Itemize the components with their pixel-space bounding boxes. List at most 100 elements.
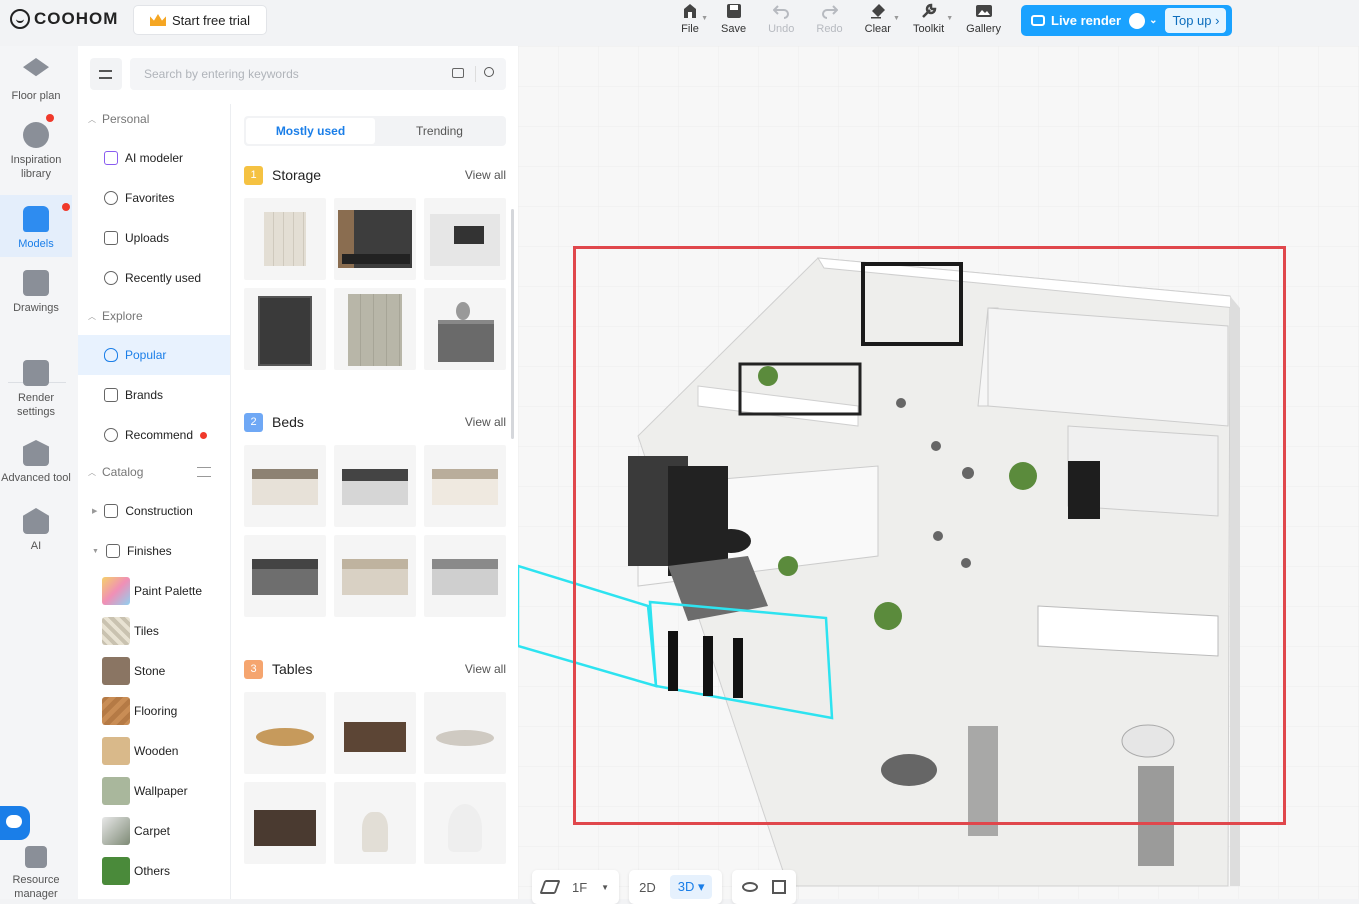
tab-trending[interactable]: Trending: [375, 118, 504, 144]
rail-resource-manager[interactable]: Resource manager: [0, 846, 72, 901]
mode-2d-button[interactable]: 2D: [639, 880, 656, 895]
mode-3d-button[interactable]: 3D ▾: [669, 875, 713, 899]
model-thumbnail[interactable]: [334, 535, 416, 617]
search-icon[interactable]: [484, 67, 494, 77]
view-all-link[interactable]: View all: [465, 662, 506, 676]
view-all-link[interactable]: View all: [465, 168, 506, 182]
undo-icon: [772, 2, 790, 20]
model-thumbnail[interactable]: [244, 535, 326, 617]
material-label: Tiles: [134, 624, 159, 638]
section-explore[interactable]: ︿ Explore: [88, 309, 143, 323]
category-recently-used[interactable]: Recently used: [78, 258, 230, 298]
category-label: AI modeler: [125, 151, 184, 165]
clear-label: Clear: [864, 23, 891, 35]
rail-advanced-tool[interactable]: Advanced tool: [0, 440, 72, 485]
material-tiles[interactable]: Tiles: [78, 611, 230, 651]
scrollbar[interactable]: [511, 209, 514, 439]
category-favorites[interactable]: Favorites: [78, 178, 230, 218]
rail-models[interactable]: Models: [0, 206, 72, 251]
model-thumbnail[interactable]: [334, 782, 416, 864]
filter-icon[interactable]: [197, 467, 211, 477]
view-controls: 1F ▼ 2D 3D ▾: [532, 870, 797, 904]
material-stone[interactable]: Stone: [78, 651, 230, 691]
layers-icon: [539, 880, 561, 894]
material-flooring[interactable]: Flooring: [78, 691, 230, 731]
category-label: Popular: [125, 348, 167, 362]
start-free-trial-button[interactable]: Start free trial: [133, 5, 267, 35]
gallery-button[interactable]: Gallery: [955, 2, 1012, 42]
model-thumbnail[interactable]: [334, 198, 416, 280]
model-thumbnail[interactable]: [244, 445, 326, 527]
category-ai-modeler[interactable]: AI modeler: [78, 138, 230, 178]
category-popular[interactable]: Popular: [78, 335, 230, 375]
material-carpet[interactable]: Carpet: [78, 811, 230, 851]
model-thumbnail[interactable]: [244, 782, 326, 864]
live-render-toggle[interactable]: [1129, 12, 1146, 29]
chevron-down-icon: ▼: [601, 882, 610, 892]
category-finishes[interactable]: ▼ Finishes: [78, 531, 230, 571]
file-button[interactable]: File ▼: [670, 2, 710, 42]
model-thumbnail[interactable]: [424, 535, 506, 617]
material-paint-palette[interactable]: Paint Palette: [78, 571, 230, 611]
material-wallpaper[interactable]: Wallpaper: [78, 771, 230, 811]
model-thumbnail[interactable]: [424, 288, 506, 370]
chevron-right-icon: ▶: [92, 508, 98, 515]
file-label: File: [681, 23, 699, 35]
category-uploads[interactable]: Uploads: [78, 218, 230, 258]
search-input[interactable]: [142, 66, 442, 82]
category-recommend[interactable]: Recommend: [78, 415, 230, 455]
beds-grid: [244, 445, 506, 617]
model-thumbnail[interactable]: [334, 288, 416, 370]
mode-3d-label: 3D: [677, 879, 695, 894]
collapse-menu-button[interactable]: [90, 58, 122, 90]
model-thumbnail[interactable]: [244, 288, 326, 370]
category-brands[interactable]: Brands: [78, 375, 230, 415]
material-others[interactable]: Others: [78, 851, 230, 891]
chat-support-button[interactable]: [0, 806, 30, 840]
section-personal[interactable]: ︿ Personal: [88, 112, 149, 126]
model-thumbnail[interactable]: [424, 692, 506, 774]
model-thumbnail[interactable]: [424, 198, 506, 280]
cube-icon[interactable]: [772, 880, 787, 894]
category-construction[interactable]: ▶ Construction: [78, 491, 230, 531]
rail-drawings[interactable]: Drawings: [0, 270, 72, 315]
section-personal-label: Personal: [102, 112, 150, 126]
file-icon: [681, 2, 699, 20]
chevron-down-icon[interactable]: ⌄: [1149, 15, 1157, 26]
model-thumbnail[interactable]: [334, 445, 416, 527]
tab-mostly-used[interactable]: Mostly used: [246, 118, 375, 144]
eye-icon[interactable]: [742, 882, 759, 892]
rail-floor-plan[interactable]: Floor plan: [0, 58, 72, 103]
clear-button[interactable]: Clear ▼: [854, 2, 902, 42]
material-label: Carpet: [134, 824, 171, 838]
panel-header: [78, 46, 518, 104]
chevron-down-icon: ▼: [92, 547, 99, 555]
coohom-logo[interactable]: COOHOM: [10, 8, 118, 30]
category-label: Finishes: [126, 544, 172, 558]
section-catalog[interactable]: ︿ Catalog: [88, 465, 221, 479]
rail-ai[interactable]: AI: [0, 508, 72, 553]
selection-frame: [573, 246, 1286, 825]
rail-render-settings[interactable]: Render settings: [0, 360, 72, 419]
model-thumbnail[interactable]: [244, 198, 326, 280]
undo-button[interactable]: Undo: [757, 2, 805, 42]
model-thumbnail[interactable]: [424, 445, 506, 527]
group-beds: 2 Beds View all: [244, 411, 506, 433]
sort-tabs: Mostly used Trending: [244, 116, 506, 146]
image-search-icon[interactable]: [452, 68, 464, 78]
live-render-bar: Live render ⌄ Top up ›: [1021, 5, 1232, 36]
toolkit-button[interactable]: Toolkit ▼: [902, 2, 955, 42]
rail-inspiration-library[interactable]: Inspiration library: [0, 122, 72, 181]
material-wooden[interactable]: Wooden: [78, 731, 230, 771]
top-up-button[interactable]: Top up ›: [1165, 8, 1227, 33]
view-all-link[interactable]: View all: [465, 415, 506, 429]
save-button[interactable]: Save: [710, 2, 757, 42]
model-thumbnail[interactable]: [244, 692, 326, 774]
sofa-icon: [23, 206, 49, 232]
model-thumbnail[interactable]: [334, 692, 416, 774]
material-swatch: [102, 577, 130, 605]
material-label: Stone: [134, 664, 166, 678]
redo-button[interactable]: Redo: [805, 2, 853, 42]
undo-label: Undo: [768, 23, 795, 35]
model-thumbnail[interactable]: [424, 782, 506, 864]
